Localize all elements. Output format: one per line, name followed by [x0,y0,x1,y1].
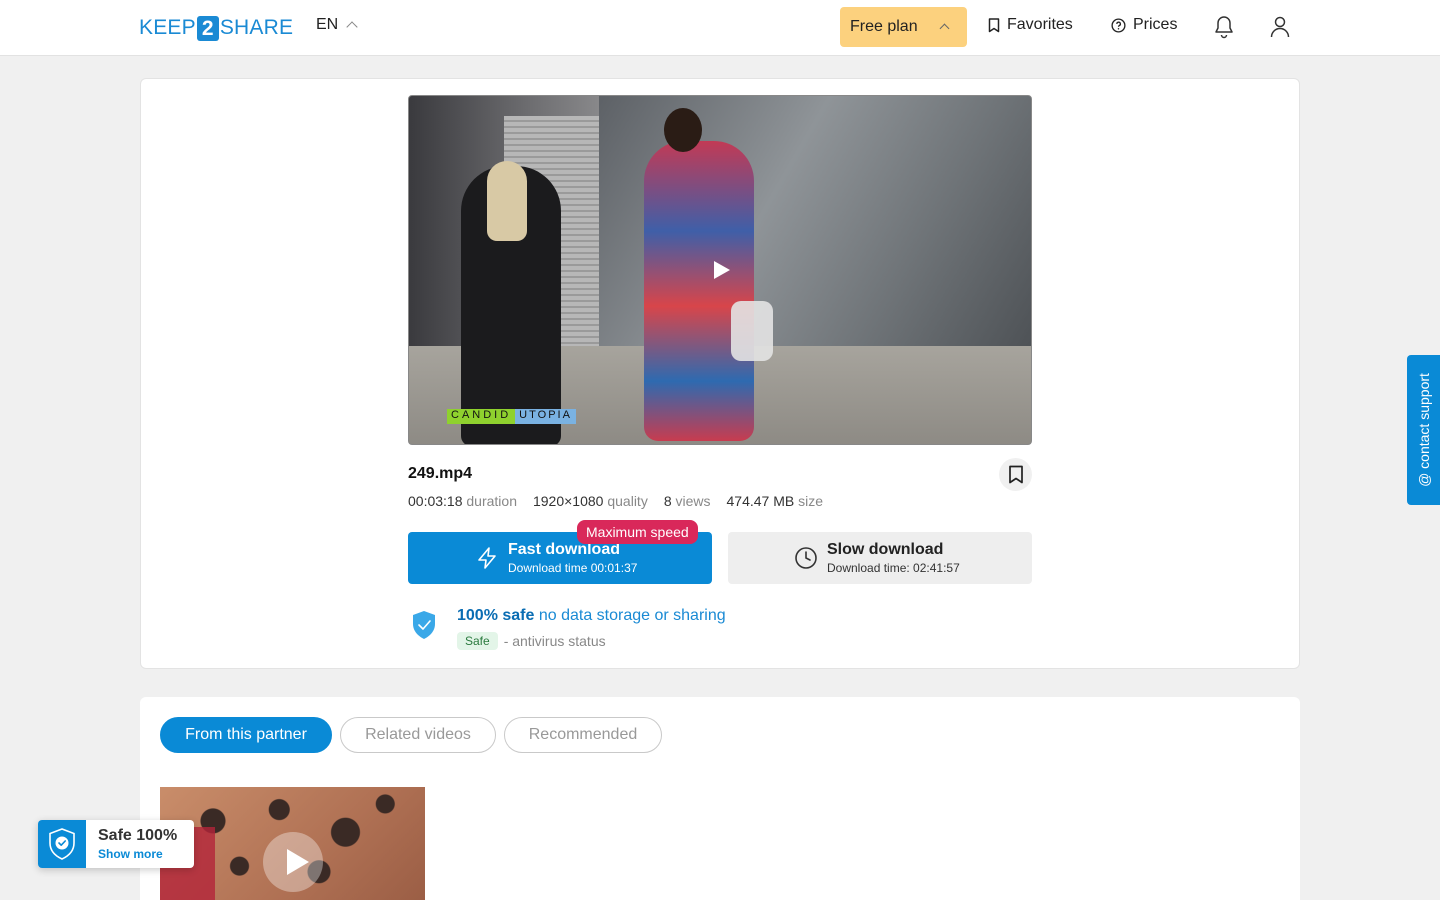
prices-link[interactable]: Prices [1111,16,1177,34]
safety-headline: 100% safe no data storage or sharing [457,607,726,625]
lightning-icon [478,547,496,569]
site-logo[interactable]: KEEP 2 SHARE [139,14,293,42]
prices-label: Prices [1133,16,1178,33]
language-label: EN [316,16,339,33]
user-icon[interactable] [1268,14,1292,40]
video-thumbnail[interactable] [160,787,425,900]
meta-quality: 1920×1080 quality [532,493,648,509]
help-circle-icon [1111,17,1126,33]
video-frame-figure-hair [487,161,527,241]
tab-related-videos[interactable]: Related videos [340,717,496,753]
contact-support-tab[interactable]: @ contact support [1407,355,1440,505]
video-frame-bag [731,301,773,361]
top-header: KEEP 2 SHARE EN Free plan Favorites Pric… [0,0,1440,56]
video-frame-figure [644,141,754,441]
video-watermark: CANDID UTOPIA [447,409,576,424]
favorites-label: Favorites [1007,16,1073,33]
max-speed-badge: Maximum speed [577,520,698,544]
plan-label: Free plan [850,18,918,35]
favorites-link[interactable]: Favorites [988,16,1073,34]
shield-check-icon [38,820,86,868]
logo-text-keep: KEEP [139,16,196,39]
meta-size: 474.47 MB size [726,493,824,509]
bookmark-button[interactable] [999,458,1032,491]
toast-show-more-link[interactable]: Show more [98,847,163,861]
fast-download-time: Download time 00:01:37 [508,561,638,575]
slow-download-button[interactable]: Slow download Download time: 02:41:57 [728,532,1032,584]
safety-headline-bold: 100% safe [457,607,535,624]
watermark-left: CANDID [447,409,516,424]
meta-duration: 00:03:18 duration [408,493,517,509]
play-circle-icon[interactable] [263,832,323,892]
antivirus-badge: Safe [457,632,498,650]
file-name: 249.mp4 [408,465,473,482]
safety-headline-rest[interactable]: no data storage or sharing [539,607,726,624]
tab-recommended[interactable]: Recommended [504,717,662,753]
video-frame-figure-head [664,108,702,152]
video-preview[interactable]: CANDID UTOPIA [408,95,1032,445]
logo-text-share: SHARE [219,16,294,39]
tab-from-this-partner[interactable]: From this partner [160,717,332,753]
language-selector[interactable]: EN [316,16,358,34]
contact-support-label: @ contact support [1415,373,1432,487]
bookmark-icon [988,17,1000,32]
antivirus-status: Safe - antivirus status [457,632,606,650]
bookmark-icon [1008,465,1023,484]
play-icon[interactable] [714,261,730,279]
slow-download-time: Download time: 02:41:57 [827,561,960,575]
plan-dropdown[interactable]: Free plan [840,7,967,47]
chevron-up-icon [939,23,950,34]
clock-icon [795,547,817,569]
at-icon: @ [1415,468,1432,487]
antivirus-text: - antivirus status [503,633,606,649]
safe-toast[interactable]: Safe 100% Show more [38,820,194,868]
toast-title: Safe 100% [98,827,178,844]
shield-check-icon [413,611,435,639]
watermark-right: UTOPIA [515,409,576,424]
bell-icon[interactable] [1212,14,1236,40]
logo-text-two: 2 [196,15,219,41]
slow-download-title: Slow download [827,541,944,558]
chevron-up-icon [346,21,358,33]
file-meta: 00:03:18 duration 1920×1080 quality 8 vi… [408,493,823,509]
meta-views: 8 views [663,493,711,509]
